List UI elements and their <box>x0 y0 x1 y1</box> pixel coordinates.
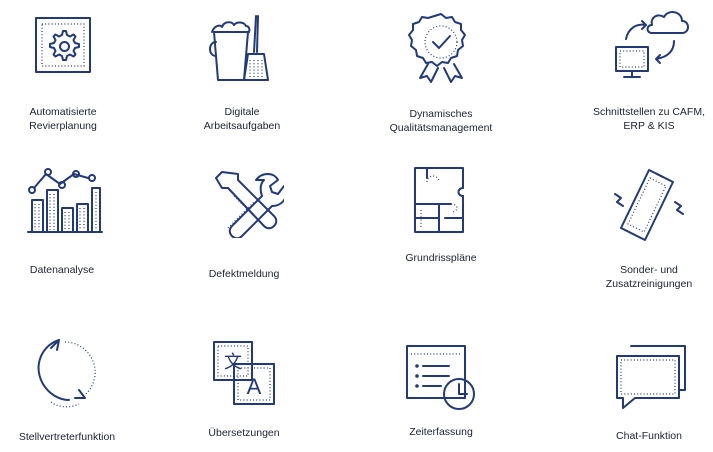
feature-label: Chat-Funktion <box>616 430 682 442</box>
feature-tile-qualitaetsmanagement: Dynamisches Qualitätsmanagement <box>352 10 530 135</box>
gear-icon <box>35 17 91 73</box>
feature-label: Defektmeldung <box>208 268 280 280</box>
svg-text:A: A <box>247 374 262 399</box>
feature-label: Stellvertreterfunktion <box>18 431 116 443</box>
feature-tile-grundrissplaene: Grundrisspläne <box>352 162 530 266</box>
rotate-arrows-icon <box>37 339 96 408</box>
feature-label: Übersetzungen <box>208 427 280 439</box>
feature-label: Sonder- und Zusatzreinigungen <box>605 264 693 290</box>
floor-plan-icon <box>414 167 464 233</box>
feature-tile-arbeitsaufgaben: Digitale Arbeitsaufgaben <box>153 10 331 133</box>
feature-tile-datenanalyse: Datenanalyse <box>0 164 151 278</box>
feature-tile-schnittstellen: Schnittstellen zu CAFM, ERP & KIS <box>560 5 713 133</box>
feature-tile-defektmeldung: Defektmeldung <box>155 166 333 282</box>
feature-tile-stellvertreter: Stellvertreterfunktion <box>0 334 156 445</box>
translate-icon: 文 A <box>213 341 275 405</box>
cloud-sync-icon <box>615 11 689 78</box>
quality-badge-icon <box>408 13 466 83</box>
bucket-brush-icon <box>209 15 269 81</box>
feature-tile-chat: Chat-Funktion <box>560 338 713 444</box>
feature-label: Dynamisches Qualitätsmanagement <box>389 108 493 134</box>
feature-tile-uebersetzungen: 文 A Übersetzungen <box>155 336 333 441</box>
time-tracking-icon <box>406 345 475 410</box>
feature-tile-zeiterfassung: Zeiterfassung <box>352 340 530 440</box>
feature-tile-revierplanung: Automatisierte Revierplanung <box>0 10 152 133</box>
tools-icon <box>215 171 284 238</box>
feature-label: Grundrisspläne <box>405 252 477 264</box>
feature-label: Schnittstellen zu CAFM, ERP & KIS <box>592 106 706 132</box>
feature-label: Digitale Arbeitsaufgaben <box>203 106 281 132</box>
feature-label: Datenanalyse <box>29 264 95 276</box>
bar-chart-icon <box>27 168 103 233</box>
chat-icon <box>616 345 686 409</box>
feature-label: Zeiterfassung <box>409 426 473 438</box>
feature-label: Automatisierte Revierplanung <box>29 106 97 132</box>
feature-tile-zusatzreinigungen: Sonder- und Zusatzreinigungen <box>560 164 713 291</box>
phone-vibrate-icon <box>614 169 684 241</box>
